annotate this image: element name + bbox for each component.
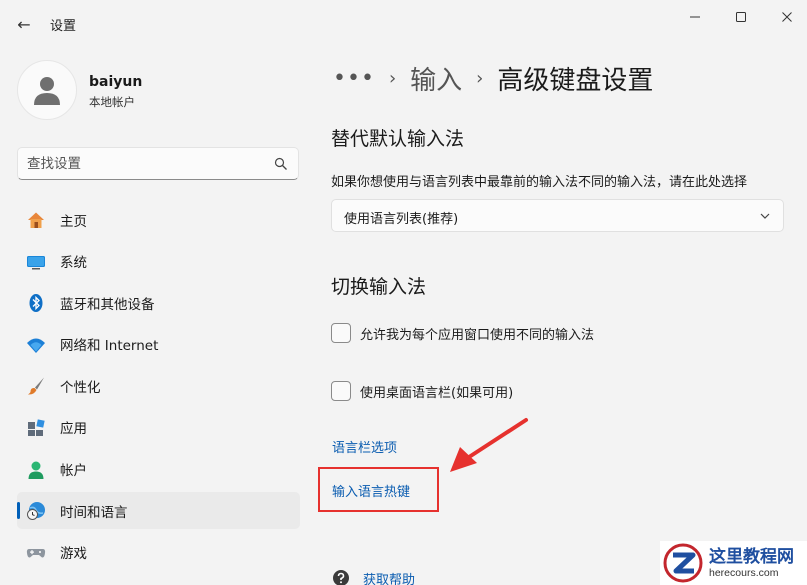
search-input[interactable] [27,154,267,174]
desktop-bar-checkbox[interactable] [331,381,351,401]
chevron-down-icon [760,213,770,219]
sidebar-item-label: 应用 [60,421,87,438]
close-button[interactable] [764,6,807,28]
per-app-checkbox[interactable] [331,323,351,343]
app-title: 设置 [50,19,77,34]
sidebar-item-label: 个性化 [60,379,101,396]
sidebar-item-apps[interactable]: 应用 [17,409,300,446]
minimize-button[interactable] [672,6,718,28]
sidebar-item-label: 游戏 [60,546,87,563]
maximize-button[interactable] [718,6,764,28]
sidebar-item-label: 系统 [60,255,87,272]
brush-icon [26,376,46,396]
sidebar-item-gaming[interactable]: 游戏 [17,534,300,571]
sidebar-item-accounts[interactable]: 帐户 [17,451,300,488]
site-watermark: 这里教程网 herecours.com [660,541,807,585]
breadcrumb: ••• › 输入 › 高级键盘设置 [333,60,653,96]
gamepad-icon [26,543,46,563]
watermark-text: 这里教程网 herecours.com [709,547,794,580]
home-icon [26,210,46,230]
sidebar-item-bluetooth[interactable]: 蓝牙和其他设备 [17,284,300,321]
search-box[interactable] [17,147,299,180]
maximize-icon [736,12,746,22]
breadcrumb-more-button[interactable]: ••• [333,66,375,91]
watermark-logo-icon [663,543,703,583]
active-indicator [17,502,20,520]
minimize-icon [690,16,700,18]
title-bar: ← 设置 [0,0,807,48]
user-icon [34,77,60,105]
account-type: 本地帐户 [89,95,135,109]
per-app-checkbox-label: 允许我为每个应用窗口使用不同的输入法 [360,327,595,343]
sidebar-item-home[interactable]: 主页 [17,201,300,238]
page-title: 高级键盘设置 [497,65,654,96]
avatar[interactable] [17,60,77,120]
per-app-checkbox-row[interactable]: 允许我为每个应用窗口使用不同的输入法 [331,322,594,344]
system-icon [26,252,46,272]
sidebar-item-system[interactable]: 系统 [17,243,300,280]
apps-icon [26,418,46,438]
annotation-arrow-icon [450,418,528,472]
input-method-dropdown[interactable]: 使用语言列表(推荐) [331,199,784,232]
dropdown-value: 使用语言列表(推荐) [344,212,459,227]
sidebar-item-label: 帐户 [60,463,87,480]
close-icon [782,12,792,22]
sidebar-item-personalization[interactable]: 个性化 [17,367,300,404]
help-icon [333,570,349,585]
time-language-icon [26,501,46,521]
get-help-link[interactable]: 获取帮助 [363,569,415,585]
override-description: 如果你想使用与语言列表中最靠前的输入法不同的输入法，请在此处选择 [331,175,748,190]
get-help-row[interactable]: 获取帮助 [331,568,415,585]
sidebar-item-time-language[interactable]: 时间和语言 [17,492,300,530]
chevron-right-icon: › [476,67,484,89]
sidebar-item-label: 时间和语言 [60,504,128,521]
desktop-bar-checkbox-row[interactable]: 使用桌面语言栏(如果可用) [331,380,513,402]
chevron-right-icon: › [388,67,397,89]
watermark-url: herecours.com [709,566,779,579]
sidebar-item-label: 网络和 Internet [60,338,159,355]
override-section-title: 替代默认输入法 [331,128,465,150]
sidebar-nav: 主页 系统 蓝牙和其他设备 网络和 Internet 个性化 应用 帐户 时间和… [17,201,300,575]
switching-section-title: 切换输入法 [331,276,427,298]
wifi-icon [26,335,46,355]
language-bar-options-link[interactable]: 语言栏选项 [332,437,397,456]
sidebar-item-label: 主页 [60,213,87,230]
search-icon[interactable] [274,157,288,171]
user-name: baiyun [89,74,143,90]
watermark-title: 这里教程网 [709,546,794,567]
account-icon [26,460,46,480]
breadcrumb-parent-link[interactable]: 输入 [410,60,462,97]
bluetooth-icon [26,293,46,313]
sidebar-item-label: 蓝牙和其他设备 [60,296,155,313]
desktop-bar-checkbox-label: 使用桌面语言栏(如果可用) [360,385,514,401]
sidebar-item-network[interactable]: 网络和 Internet [17,326,300,363]
annotation-highlight-box [318,467,439,512]
back-button[interactable]: ← [14,14,34,34]
